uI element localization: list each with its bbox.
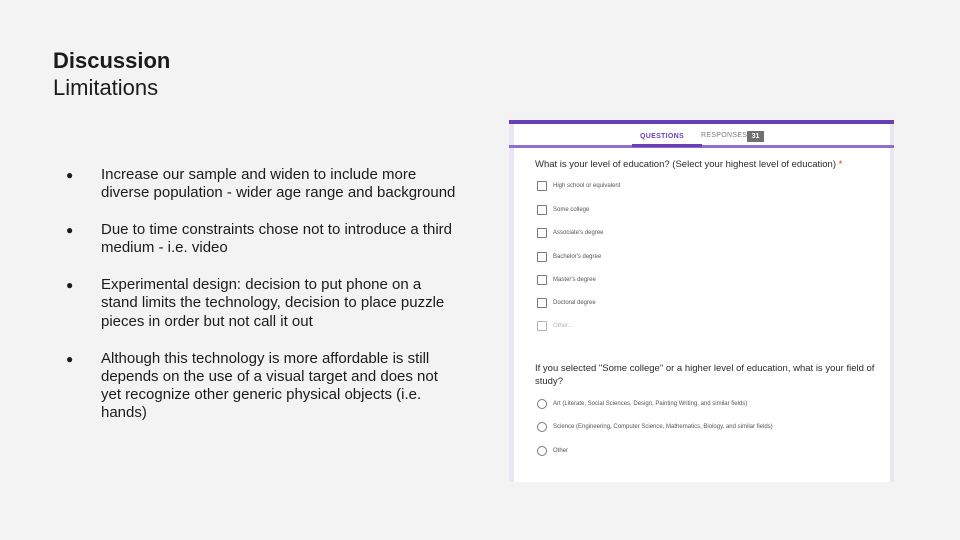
option-label: Master's degree <box>553 277 596 283</box>
checkbox-option[interactable]: High school or equivalent <box>537 180 620 192</box>
bullet-item: ● Due to time constraints chose not to in… <box>66 221 456 258</box>
bullet-item: ● Experimental design: decision to put ph… <box>66 276 456 331</box>
bullet-text: Increase our sample and widen to include… <box>101 166 456 202</box>
bullet-list: ● Increase our sample and widen to includ… <box>66 166 456 441</box>
question-text: If you selected "Some college" or a high… <box>535 363 875 387</box>
form-frame-right <box>890 124 894 482</box>
checkbox-icon[interactable] <box>537 181 547 191</box>
option-label: Other... <box>553 323 573 329</box>
bullet-text: Experimental design: decision to put pho… <box>101 276 445 330</box>
bullet-text: Due to time constraints chose not to int… <box>101 221 453 257</box>
checkbox-icon[interactable] <box>537 205 547 215</box>
option-label: High school or equivalent <box>553 183 621 189</box>
slide-subtitle: Limitations <box>53 75 159 100</box>
radio-icon[interactable] <box>537 422 547 432</box>
option-label: Other <box>553 448 569 454</box>
bullet-text: Although this technology is more afforda… <box>101 349 438 422</box>
option-label: Art (Literate, Social Sciences, Design, … <box>553 401 748 407</box>
checkbox-icon[interactable] <box>537 275 547 285</box>
checkbox-option[interactable]: Bachelor's degree <box>537 251 601 263</box>
slide-title: Discussion <box>53 48 171 73</box>
bullet-item: ● Increase our sample and widen to includ… <box>66 166 456 203</box>
form-top-accent-bar <box>509 120 894 124</box>
bullet-icon: ● <box>66 278 74 293</box>
checkbox-icon[interactable] <box>537 228 547 238</box>
radio-option[interactable]: Science (Engineering, Computer Science, … <box>537 421 773 433</box>
bullet-icon: ● <box>66 168 74 182</box>
option-label: Bachelor's degree <box>553 254 602 260</box>
responses-count-badge: 31 <box>747 131 764 142</box>
form-frame-left <box>509 124 514 482</box>
checkbox-option[interactable]: Some college <box>537 204 589 216</box>
checkbox-icon[interactable] <box>537 321 547 331</box>
tab-active-indicator <box>632 144 702 147</box>
required-mark: * <box>838 159 843 170</box>
question-text: What is your level of education? (Select… <box>535 159 836 170</box>
option-label: Some college <box>553 207 590 213</box>
radio-icon[interactable] <box>537 446 547 456</box>
checkbox-icon[interactable] <box>537 252 547 262</box>
radio-option[interactable]: Art (Literate, Social Sciences, Design, … <box>537 398 747 410</box>
option-label: Science (Engineering, Computer Science, … <box>553 424 773 430</box>
option-label: Doctoral degree <box>553 300 596 306</box>
tab-responses[interactable]: RESPONSES <box>701 132 747 139</box>
bullet-item: ● Although this technology is more afford… <box>66 350 456 423</box>
radio-icon[interactable] <box>537 399 547 409</box>
bullet-icon: ● <box>66 223 74 238</box>
form-screenshot: QUESTIONS RESPONSES 31 What is your leve… <box>509 120 894 482</box>
checkbox-icon[interactable] <box>537 298 547 308</box>
question-field-of-study: If you selected "Some college" or a high… <box>535 362 891 388</box>
option-label: Associate's degree <box>553 230 604 236</box>
checkbox-option-other[interactable]: Other... <box>537 320 573 332</box>
tab-questions[interactable]: QUESTIONS <box>640 133 684 140</box>
question-education: What is your level of education? (Select… <box>535 158 891 171</box>
checkbox-option[interactable]: Associate's degree <box>537 227 604 239</box>
checkbox-option[interactable]: Master's degree <box>537 274 596 286</box>
checkbox-option[interactable]: Doctoral degree <box>537 297 596 309</box>
bullet-icon: ● <box>66 351 74 366</box>
radio-option[interactable]: Other <box>537 445 568 457</box>
